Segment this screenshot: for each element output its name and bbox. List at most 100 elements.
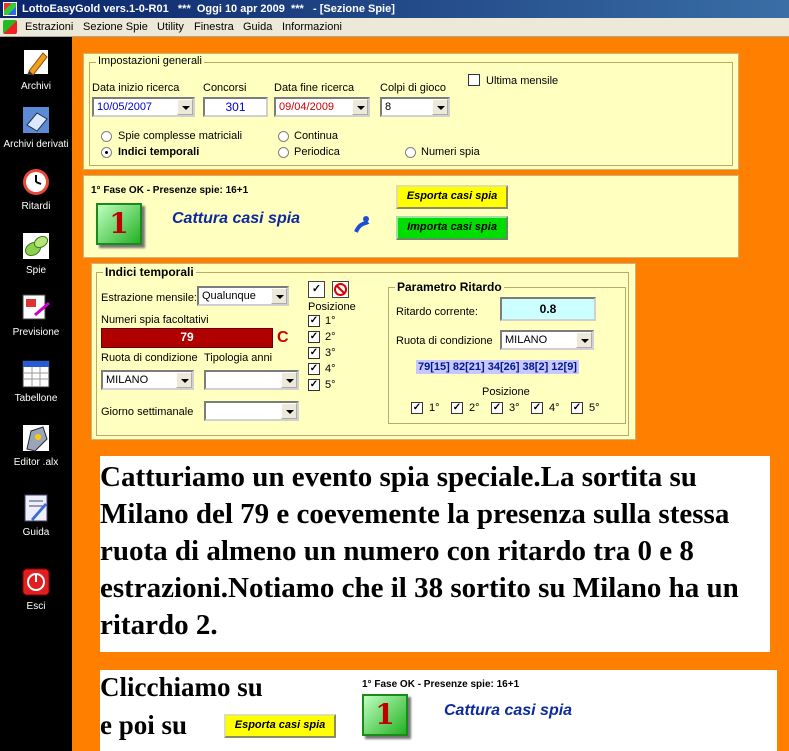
ritardo-pos-4-label: 4° bbox=[549, 402, 560, 414]
sidebar-item-tabellone[interactable]: Tabellone bbox=[0, 359, 72, 404]
ultima-mensile-label: Ultima mensile bbox=[486, 75, 559, 87]
esporta-casi-spia-button[interactable]: Esporta casi spia bbox=[396, 185, 508, 209]
ritardo-pos-5-label: 5° bbox=[589, 402, 600, 414]
radio-continua-label: Continua bbox=[294, 130, 339, 142]
radio-continua[interactable] bbox=[278, 131, 289, 142]
sidebar-item-archivi-derivati[interactable]: Archivi derivati bbox=[0, 105, 72, 150]
radio-numeri-spia[interactable] bbox=[405, 147, 416, 158]
giorno-select[interactable] bbox=[204, 401, 299, 421]
no-entry-icon[interactable] bbox=[332, 281, 349, 298]
menu-sezione-spie[interactable]: Sezione Spie bbox=[83, 21, 148, 33]
clock-icon bbox=[21, 167, 51, 197]
chevron-down-icon[interactable] bbox=[576, 332, 592, 348]
colpi-select[interactable]: 8 bbox=[380, 97, 450, 117]
impostazioni-panel: Impostazioni generali Data inizio ricerc… bbox=[83, 53, 739, 170]
ritardo-pos-3-checkbox[interactable]: ✓ bbox=[491, 402, 503, 414]
ritardo-corrente-field[interactable]: 0.8 bbox=[500, 297, 596, 321]
pos-2-label: 2° bbox=[325, 331, 336, 343]
tipologia-label: Tipologia anni bbox=[204, 352, 273, 364]
window-title: LottoEasyGold vers.1-0-R01 *** Oggi 10 a… bbox=[22, 3, 395, 15]
guide-icon bbox=[21, 493, 51, 523]
menu-bar: Estrazioni Sezione Spie Utility Finestra… bbox=[0, 18, 789, 37]
tutorial-caption: Catturiamo un evento spia speciale.La so… bbox=[100, 456, 770, 652]
menu-logo-icon[interactable] bbox=[3, 20, 17, 34]
concorsi-label: Concorsi bbox=[203, 82, 247, 94]
data-inizio-label: Data inizio ricerca bbox=[92, 82, 180, 94]
pos-3-checkbox[interactable]: ✓ bbox=[308, 347, 320, 359]
caption2-one-icon: 1 bbox=[362, 694, 408, 736]
select-all-check-icon[interactable]: ✓ bbox=[308, 281, 325, 298]
data-fine-picker[interactable]: 09/04/2009 bbox=[274, 97, 370, 117]
ritardo-pos-2-label: 2° bbox=[469, 402, 480, 414]
radio-indici-temporali-label: Indici temporali bbox=[118, 146, 200, 158]
ruota-select[interactable]: MILANO bbox=[101, 370, 194, 390]
pos-3-label: 3° bbox=[325, 347, 336, 359]
ultima-mensile-checkbox[interactable] bbox=[468, 74, 480, 86]
menu-estrazioni[interactable]: Estrazioni bbox=[25, 21, 73, 33]
chevron-down-icon[interactable] bbox=[271, 288, 287, 304]
ruota-label: Ruota di condizione bbox=[101, 352, 198, 364]
pencil-icon bbox=[21, 47, 51, 77]
ritardo-pos-5-checkbox[interactable]: ✓ bbox=[571, 402, 583, 414]
chevron-down-icon[interactable] bbox=[281, 403, 297, 419]
pos-2-checkbox[interactable]: ✓ bbox=[308, 331, 320, 343]
menu-utility[interactable]: Utility bbox=[157, 21, 184, 33]
indici-title: Indici temporali bbox=[103, 265, 196, 279]
giorno-label: Giorno settimanale bbox=[101, 406, 194, 418]
ruota-condizione-select[interactable]: MILANO bbox=[500, 330, 594, 350]
menu-guida[interactable]: Guida bbox=[243, 21, 272, 33]
sidebar-item-spie[interactable]: Spie bbox=[0, 231, 72, 276]
radio-indici-temporali[interactable] bbox=[101, 147, 112, 158]
sidebar: Archivi Archivi derivati Ritardi Spie Pr… bbox=[0, 37, 72, 751]
cattura-one-icon[interactable]: 1 bbox=[96, 203, 142, 245]
fase-status: 1° Fase OK - Presenze spie: 16+1 bbox=[91, 185, 249, 196]
sidebar-item-editor-alx[interactable]: Editor .alx bbox=[0, 423, 72, 468]
editor-icon bbox=[21, 423, 51, 453]
app-icon bbox=[3, 2, 17, 16]
forecast-icon bbox=[21, 293, 51, 323]
estrazione-select[interactable]: Qualunque bbox=[197, 286, 289, 306]
ritardi-list: 79[15] 82[21] 34[26] 38[2] 12[9] bbox=[416, 360, 579, 374]
radio-periodica[interactable] bbox=[278, 147, 289, 158]
arrow-icon bbox=[352, 214, 370, 233]
tipologia-select[interactable] bbox=[204, 370, 299, 390]
chevron-down-icon[interactable] bbox=[281, 372, 297, 388]
sidebar-item-previsione[interactable]: Previsione bbox=[0, 293, 72, 338]
importa-casi-spia-button[interactable]: Importa casi spia bbox=[396, 216, 508, 240]
book-icon bbox=[21, 105, 51, 135]
sidebar-item-archivi[interactable]: Archivi bbox=[0, 47, 72, 92]
menu-finestra[interactable]: Finestra bbox=[194, 21, 234, 33]
pos-4-checkbox[interactable]: ✓ bbox=[308, 363, 320, 375]
cattura-casi-spia-label[interactable]: Cattura casi spia bbox=[172, 210, 300, 228]
radio-spie-complesse[interactable] bbox=[101, 131, 112, 142]
pos-5-checkbox[interactable]: ✓ bbox=[308, 379, 320, 391]
data-fine-label: Data fine ricerca bbox=[274, 82, 355, 94]
sidebar-item-ritardi[interactable]: Ritardi bbox=[0, 167, 72, 212]
ritardo-pos-3-label: 3° bbox=[509, 402, 520, 414]
spyglass-icon bbox=[21, 231, 51, 261]
chevron-down-icon[interactable] bbox=[432, 99, 448, 115]
concorsi-field[interactable]: 301 bbox=[203, 97, 268, 117]
ritardo-pos-1-checkbox[interactable]: ✓ bbox=[411, 402, 423, 414]
chevron-down-icon[interactable] bbox=[176, 372, 192, 388]
sidebar-item-esci[interactable]: Esci bbox=[0, 567, 72, 612]
caption2-line2: e poi su bbox=[100, 710, 188, 740]
pos-5-label: 5° bbox=[325, 379, 336, 391]
pos-1-label: 1° bbox=[325, 315, 336, 327]
sidebar-item-guida[interactable]: Guida bbox=[0, 493, 72, 538]
menu-informazioni[interactable]: Informazioni bbox=[282, 21, 342, 33]
numeri-spia-field[interactable]: 79 bbox=[101, 328, 273, 348]
posizione-label: Posizione bbox=[308, 301, 356, 313]
pos-1-checkbox[interactable]: ✓ bbox=[308, 315, 320, 327]
data-inizio-picker[interactable]: 10/05/2007 bbox=[92, 97, 195, 117]
ritardo-pos-4-checkbox[interactable]: ✓ bbox=[531, 402, 543, 414]
grid-icon bbox=[21, 359, 51, 389]
parametro-posizione-label: Posizione bbox=[482, 386, 530, 398]
ritardo-pos-2-checkbox[interactable]: ✓ bbox=[451, 402, 463, 414]
chevron-down-icon[interactable] bbox=[177, 99, 193, 115]
c-marker: C bbox=[277, 329, 289, 346]
title-bar: LottoEasyGold vers.1-0-R01 *** Oggi 10 a… bbox=[0, 0, 789, 18]
radio-spie-complesse-label: Spie complesse matriciali bbox=[118, 130, 243, 142]
chevron-down-icon[interactable] bbox=[352, 99, 368, 115]
ritardo-pos-1-label: 1° bbox=[429, 402, 440, 414]
